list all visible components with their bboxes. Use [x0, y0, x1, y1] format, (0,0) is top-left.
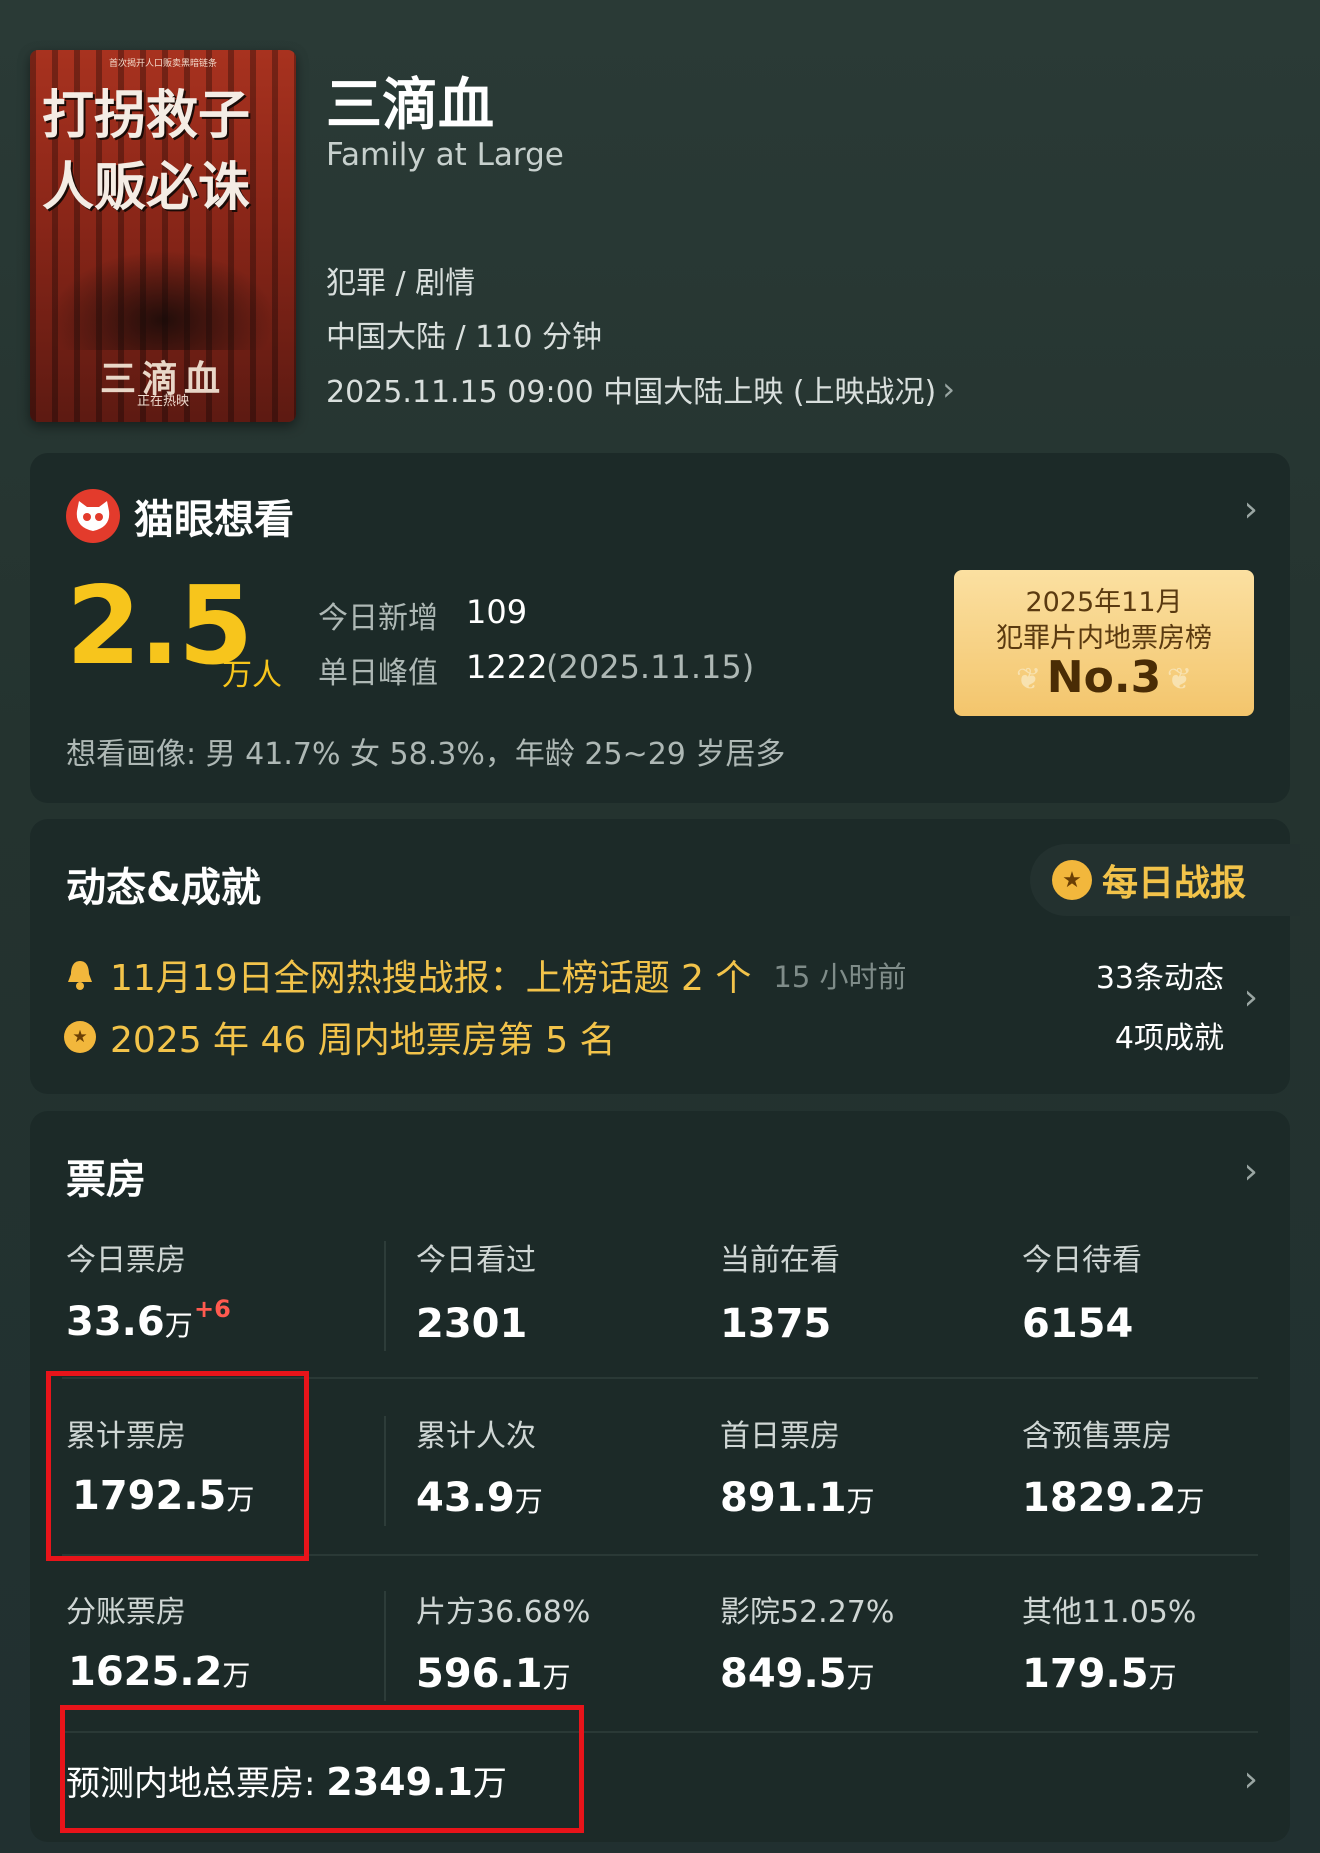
highlight-box-forecast: [60, 1705, 584, 1833]
cinema-share-value: 849.5万: [720, 1651, 875, 1697]
news-item-hotsearch[interactable]: 11月19日全网热搜战报：上榜话题 2 个 15 小时前: [62, 949, 907, 1001]
release-info-link[interactable]: 2025.11.15 09:00 中国大陆上映 (上映战况) ›: [326, 367, 955, 411]
to-watch-label: 今日待看: [1022, 1243, 1142, 1278]
cinema-share-label: 影院52.27%: [720, 1595, 895, 1630]
release-info-text: 2025.11.15 09:00 中国大陆上映 (上映战况): [326, 375, 937, 410]
producer-share-value: 596.1万: [416, 1651, 571, 1697]
news-ranking-text: 2025 年 46 周内地票房第 5 名: [110, 1020, 616, 1061]
today-new-value: 109: [466, 593, 528, 631]
poster-slogan-line2: 人贩必诛: [42, 157, 251, 218]
medal-icon: ★: [1052, 860, 1092, 900]
laurel-right-icon: ❦: [1166, 662, 1192, 697]
news-item-ranking[interactable]: ★ 2025 年 46 周内地票房第 5 名: [62, 1011, 616, 1063]
bell-icon: [62, 957, 98, 993]
today-watched-value: 2301: [416, 1301, 528, 1347]
total-admissions-label: 累计人次: [416, 1419, 536, 1454]
daily-report-label: 每日战报: [1102, 863, 1247, 904]
movie-title: 三滴血: [326, 73, 494, 138]
today-boxoffice-delta: +6: [194, 1295, 231, 1323]
rank-category: 犯罪片内地票房榜: [996, 623, 1212, 654]
poster-status: 正在热映: [136, 394, 189, 409]
achievement-count: 4项成就: [1114, 1021, 1224, 1056]
news-hotsearch-time: 15 小时前: [773, 960, 907, 994]
chevron-right-icon[interactable]: ›: [1244, 489, 1258, 530]
dynamic-count: 33条动态: [1095, 961, 1224, 996]
movie-region-runtime: 中国大陆 / 110 分钟: [326, 320, 602, 355]
other-share-value: 179.5万: [1022, 1651, 1177, 1697]
maoyan-cat-icon: [66, 489, 120, 543]
to-watch-value: 6154: [1022, 1301, 1134, 1347]
chevron-right-icon[interactable]: ›: [1244, 977, 1258, 1018]
producer-share-label: 片方36.68%: [416, 1595, 591, 1630]
column-divider: [384, 1241, 386, 1351]
today-watched-label: 今日看过: [416, 1243, 536, 1278]
today-boxoffice-value: 33.6万: [66, 1299, 193, 1345]
today-boxoffice-label: 今日票房: [66, 1243, 186, 1278]
daily-peak-date: (2025.11.15): [546, 648, 755, 686]
chevron-right-icon[interactable]: ›: [1244, 1759, 1258, 1800]
first-day-label: 首日票房: [720, 1419, 840, 1454]
highlight-box-total-boxoffice: [46, 1371, 309, 1561]
other-share-label: 其他11.05%: [1022, 1595, 1197, 1630]
poster-top-line: 首次揭开人口贩卖黑暗链条: [108, 59, 217, 69]
column-divider: [384, 1591, 386, 1701]
want-to-see-card[interactable]: 猫眼想看 › 2.5 万人 今日新增 109 单日峰值 1222 (2025.1…: [30, 453, 1290, 803]
poster-slogan-line1: 打拐救子: [42, 85, 251, 146]
dynamics-card[interactable]: 动态&成就 ★ 每日战报 11月19日全网热搜战报：上榜话题 2 个 15 小时…: [30, 819, 1300, 1094]
news-hotsearch-text: 11月19日全网热搜战报：上榜话题 2 个: [110, 958, 752, 999]
want-count-unit: 万人: [222, 658, 282, 693]
daily-peak-value: 1222: [466, 648, 548, 686]
presale-value: 1829.2万: [1022, 1475, 1205, 1521]
movie-english-title: Family at Large: [326, 137, 564, 173]
medal-small-icon: ★: [62, 1019, 98, 1055]
movie-genre: 犯罪 / 剧情: [326, 266, 476, 301]
watching-now-value: 1375: [720, 1301, 832, 1347]
rank-badge[interactable]: 2025年11月 犯罪片内地票房榜 ❦ No.3 ❦: [954, 570, 1254, 716]
boxoffice-title: 票房: [66, 1157, 146, 1203]
dynamics-title: 动态&成就: [66, 865, 261, 911]
chevron-right-icon: ›: [942, 370, 956, 408]
column-divider: [384, 1416, 386, 1526]
split-boxoffice-value: 1625.2万: [68, 1649, 251, 1695]
want-title: 猫眼想看: [134, 497, 294, 543]
movie-poster[interactable]: 首次揭开人口贩卖黑暗链条 打拐救子 人贩必诛 三滴血 正在热映: [30, 50, 296, 422]
chevron-right-icon[interactable]: ›: [1244, 1151, 1258, 1192]
poster-figures: [50, 250, 276, 350]
daily-peak-label: 单日峰值: [318, 656, 438, 691]
watching-now-label: 当前在看: [720, 1243, 840, 1278]
rank-period: 2025年11月: [1025, 587, 1183, 618]
poster-slogan: 打拐救子 人贩必诛: [42, 80, 286, 224]
today-new-label: 今日新增: [318, 601, 438, 636]
daily-report-button[interactable]: ★ 每日战报: [1030, 844, 1300, 916]
audience-portrait: 想看画像: 男 41.7% 女 58.3%，年龄 25~29 岁居多: [66, 737, 786, 772]
first-day-value: 891.1万: [720, 1475, 875, 1521]
split-boxoffice-label: 分账票房: [66, 1595, 186, 1630]
total-admissions-value: 43.9万: [416, 1475, 543, 1521]
rank-value: No.3: [1046, 652, 1162, 703]
presale-label: 含预售票房: [1022, 1419, 1172, 1454]
